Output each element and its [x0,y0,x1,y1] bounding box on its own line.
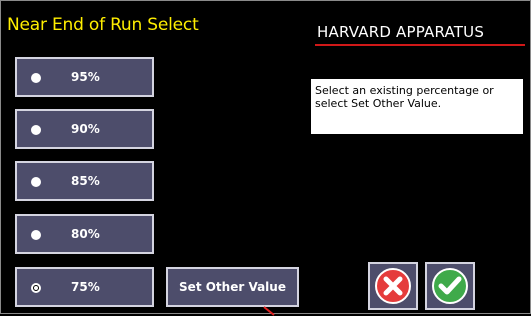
brand-name: HARVARD APPARATUS [317,23,485,41]
option-75-button[interactable]: 75% [15,267,154,307]
confirm-check-icon [432,268,468,304]
instruction-text: Select an existing percentage or select … [311,79,523,134]
option-85-button[interactable]: 85% [15,161,154,201]
pointer-cursor-icon [263,306,275,316]
radio-icon [31,73,41,83]
page-title: Near End of Run Select [7,15,199,35]
brand-underline [315,44,525,46]
radio-icon [31,230,41,240]
option-label: 80% [71,227,100,241]
option-80-button[interactable]: 80% [15,214,154,254]
option-label: 90% [71,122,100,136]
option-label: 95% [71,70,100,84]
option-label: 85% [71,174,100,188]
radio-icon [31,125,41,135]
radio-icon [31,177,41,187]
screen-frame: Near End of Run Select HARVARD APPARATUS… [0,0,531,316]
cancel-x-icon [375,268,411,304]
cancel-button[interactable] [368,262,418,310]
option-label: 75% [71,280,100,294]
option-95-button[interactable]: 95% [15,57,154,97]
option-90-button[interactable]: 90% [15,109,154,149]
set-other-value-button[interactable]: Set Other Value [166,267,299,307]
radio-selected-icon [31,283,41,293]
confirm-button[interactable] [425,262,475,310]
